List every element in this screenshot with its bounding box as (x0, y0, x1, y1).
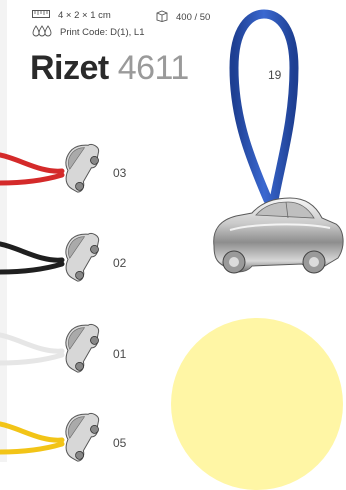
print-code-text: Print Code: D(1), L1 (60, 27, 145, 38)
product-code: 4611 (117, 49, 190, 87)
hero-product-image (190, 8, 346, 303)
product-name: Rizet (30, 49, 109, 87)
variant-code: 01 (113, 347, 127, 361)
variant-code: 03 (113, 166, 127, 180)
ruler-icon (32, 10, 50, 21)
dimensions-row: 4 × 2 × 1 cm (32, 10, 111, 21)
product-title: Rizet 4611 (30, 48, 189, 88)
box-icon (156, 10, 168, 25)
variant-item[interactable]: 01 (0, 313, 150, 383)
drops-icon (32, 25, 52, 40)
variant-image (0, 232, 100, 282)
variant-image (0, 323, 100, 373)
variant-item[interactable]: 02 (0, 222, 150, 292)
print-code-row: Print Code: D(1), L1 (32, 25, 144, 40)
main-color-code: 19 (268, 68, 282, 82)
decorative-circle (171, 318, 343, 490)
variant-image (0, 143, 100, 193)
variant-code: 05 (113, 436, 127, 450)
variant-item[interactable]: 03 (0, 133, 150, 203)
variant-code: 02 (113, 256, 127, 270)
dimensions-text: 4 × 2 × 1 cm (58, 10, 111, 21)
